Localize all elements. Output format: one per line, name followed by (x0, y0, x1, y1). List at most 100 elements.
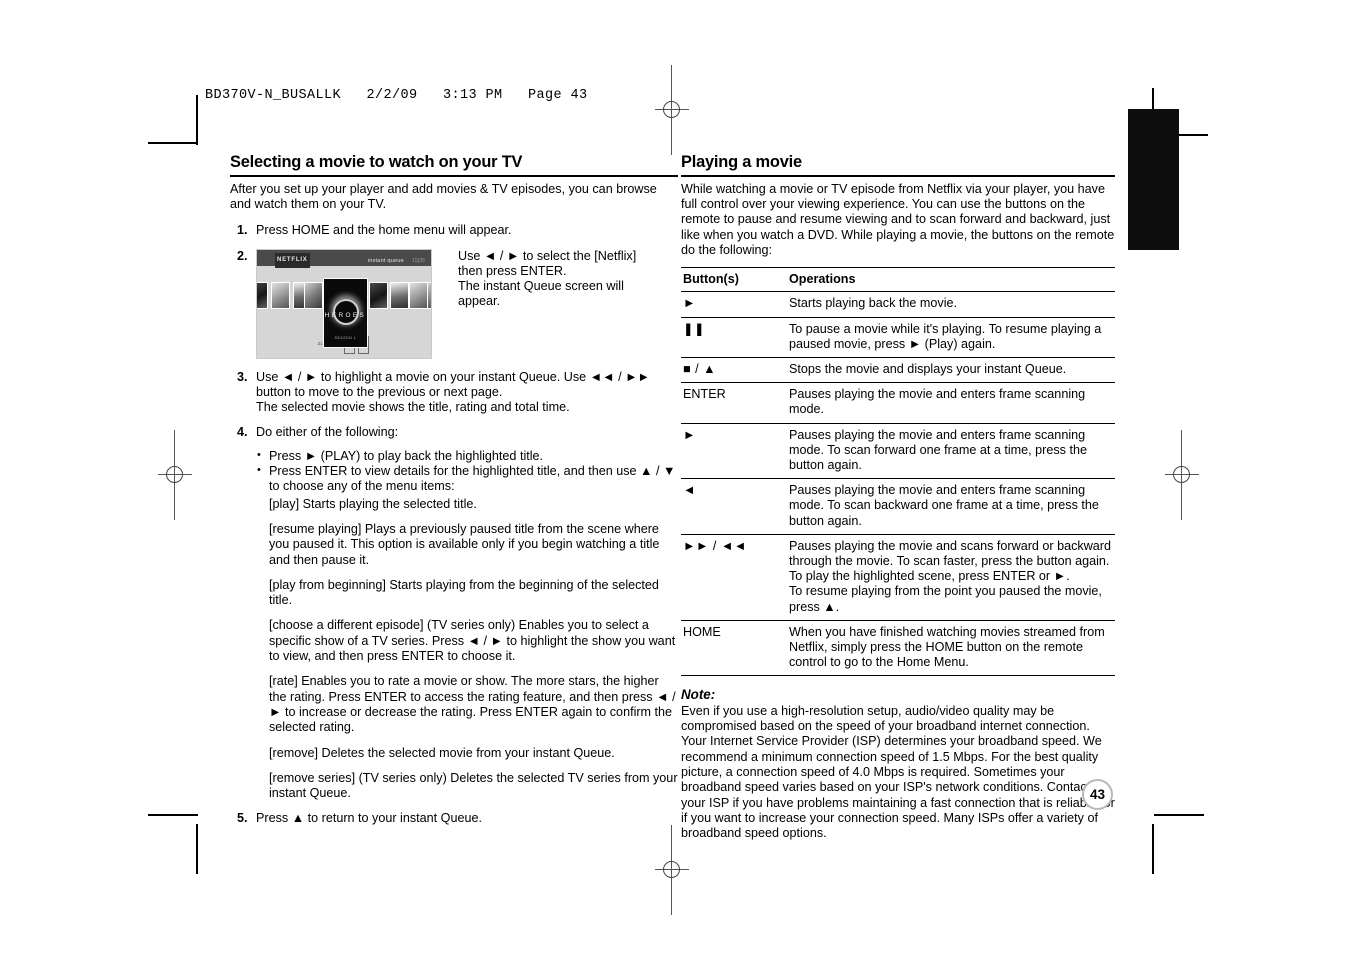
right-title-rule (681, 175, 1115, 177)
operation-right-arrow: Pauses playing the movie and enters fram… (779, 423, 1115, 480)
operation-play: Starts playing back the movie. (779, 291, 1115, 318)
step-3-line-3: The selected movie shows the title, rati… (256, 400, 570, 415)
right-intro-paragraph: While watching a movie or TV episode fro… (681, 181, 1115, 257)
button-right-arrow: ► (681, 423, 779, 480)
step-2-text: Use ◄ / ► to select the [Netflix] then p… (434, 249, 678, 359)
registration-mark-bottom (655, 825, 689, 915)
menu-item-play: [play] Starts playing the selected title… (269, 496, 477, 511)
button-scan-forward-backward: ►► / ◄◄ (681, 534, 779, 621)
step-2-line-3: The instant Queue screen will (458, 279, 624, 294)
step-3-line-2: button to move to the previous or next p… (256, 384, 503, 399)
button-play: ► (681, 291, 779, 318)
menu-item-rate: [rate] Enables you to rate a movie or sh… (269, 674, 676, 735)
step-2-figure: NETFLIX instant queue 15|35 HEROES SEASO… (256, 248, 434, 359)
crop-mark-bottom-right-vertical (1152, 824, 1154, 874)
printed-page: BD370V-N_BUSALLK 2/2/09 3:13 PM Page 43 … (0, 0, 1351, 954)
table-header-row: Button(s) Operations (681, 267, 1115, 293)
highlighted-poster-heroes: HEROES SEASON 1 (323, 277, 368, 348)
thumb-index-tab (1128, 109, 1179, 250)
registration-mark-top (655, 65, 689, 155)
step-2-number: 2. (237, 248, 248, 263)
button-enter: ENTER (681, 382, 779, 424)
step-1: 1. Press HOME and the home menu will app… (230, 223, 678, 238)
prepress-slug: BD370V-N_BUSALLK 2/2/09 3:13 PM Page 43 (205, 88, 588, 103)
crop-mark-top-left-vertical (196, 95, 198, 145)
right-column: Playing a movie While watching a movie o… (681, 153, 1115, 841)
step-5-text: Press ▲ to return to your instant Queue. (256, 811, 482, 826)
left-column: Selecting a movie to watch on your TV Af… (230, 153, 678, 837)
poster-thumbnail (271, 281, 290, 309)
operation-enter: Pauses playing the movie and enters fram… (779, 382, 1115, 424)
table-header-buttons: Button(s) (681, 267, 779, 293)
button-home: HOME (681, 620, 779, 677)
step-3-text: Use ◄ / ► to highlight a movie on your i… (256, 370, 678, 416)
poster-thumbnail (409, 281, 428, 309)
step-3-number: 3. (237, 369, 248, 384)
button-stop-up: ■ / ▲ (681, 357, 779, 384)
screenshot-queue-count: 15|35 (412, 257, 425, 264)
button-operations-table: Button(s) Operations ► Starts playing ba… (681, 267, 1115, 677)
step-1-number: 1. (237, 223, 248, 238)
button-left-arrow: ◄ (681, 478, 779, 535)
table-header-operations: Operations (779, 267, 1115, 293)
poster-carousel: HEROES SEASON 1 (257, 276, 431, 348)
crop-mark-bottom-right-horizontal (1154, 814, 1204, 816)
step-5: 5. Press ▲ to return to your instant Que… (230, 811, 678, 826)
step-4-bullet-list: Press ► (PLAY) to play back the highligh… (256, 448, 678, 495)
operation-pause: To pause a movie while it's playing. To … (779, 317, 1115, 358)
table-row: ► Starts playing back the movie. (681, 291, 1115, 318)
poster-thumbnail (427, 281, 431, 309)
registration-mark-left (158, 430, 192, 520)
right-section-title: Playing a movie (681, 153, 802, 171)
step-3-line-1: Use ◄ / ► to highlight a movie on your i… (256, 369, 650, 384)
screenshot-queue-label: instant queue (367, 257, 404, 264)
crop-mark-bottom-left-horizontal (148, 814, 198, 816)
table-row: ❚❚ To pause a movie while it's playing. … (681, 317, 1115, 358)
step-4-number: 4. (237, 425, 248, 440)
menu-item-choose-different-episode: [choose a different episode] (TV series … (269, 618, 676, 664)
step-4: 4. Do either of the following: (230, 425, 678, 440)
left-section-title: Selecting a movie to watch on your TV (230, 153, 523, 171)
poster-thumbnail (390, 281, 409, 309)
netflix-logo: NETFLIX (275, 252, 310, 268)
table-row: ■ / ▲ Stops the movie and displays your … (681, 357, 1115, 384)
step-1-text: Press HOME and the home menu will appear… (256, 223, 512, 238)
step-5-number: 5. (237, 811, 248, 826)
crop-mark-top-left-horizontal (148, 142, 198, 144)
page-number-badge: 43 (1082, 779, 1113, 810)
menu-item-remove: [remove] Deletes the selected movie from… (269, 745, 615, 760)
step-4-text: Do either of the following: (256, 425, 399, 440)
operation-home: When you have finished watching movies s… (779, 620, 1115, 677)
bullet-play: Press ► (PLAY) to play back the highligh… (256, 448, 678, 464)
left-title-rule (230, 175, 678, 177)
poster-thumbnail (369, 281, 388, 309)
registration-mark-right (1165, 430, 1199, 520)
operation-left-arrow: Pauses playing the movie and enters fram… (779, 478, 1115, 535)
button-pause: ❚❚ (681, 317, 779, 358)
poster-title: HEROES (324, 311, 367, 319)
table-row: ►► / ◄◄ Pauses playing the movie and sca… (681, 534, 1115, 621)
step-2-line-2: then press ENTER. (458, 263, 567, 278)
netflix-instant-queue-screenshot: NETFLIX instant queue 15|35 HEROES SEASO… (256, 248, 432, 359)
operation-scan-forward-backward: Pauses playing the movie and scans forwa… (779, 534, 1115, 621)
poster-thumbnail (257, 281, 268, 309)
note-label: Note: (681, 687, 716, 703)
menu-item-remove-series: [remove series] (TV series only) Deletes… (269, 770, 678, 801)
table-row: ENTER Pauses playing the movie and enter… (681, 382, 1115, 424)
menu-item-resume-playing: [resume playing] Plays a previously paus… (269, 521, 660, 567)
poster-season-label: SEASON 1 (334, 336, 357, 341)
note-body: Even if you use a high-resolution setup,… (681, 703, 1115, 841)
table-row: ◄ Pauses playing the movie and enters fr… (681, 478, 1115, 535)
left-intro-paragraph: After you set up your player and add mov… (230, 181, 657, 211)
table-row: HOME When you have finished watching mov… (681, 620, 1115, 677)
table-row: ► Pauses playing the movie and enters fr… (681, 423, 1115, 480)
crop-mark-bottom-left-vertical (196, 824, 198, 874)
poster-thumbnail (304, 281, 323, 309)
screenshot-top-bar: NETFLIX instant queue 15|35 (257, 249, 431, 268)
step-2: 2. NETFLIX instant queue 15|35 HEROES SE… (230, 248, 678, 359)
operation-stop: Stops the movie and displays your instan… (779, 357, 1115, 384)
step-3: 3. Use ◄ / ► to highlight a movie on you… (230, 370, 678, 416)
menu-item-play-from-beginning: [play from beginning] Starts playing fro… (269, 577, 659, 608)
step-4-content: Press ► (PLAY) to play back the highligh… (230, 448, 678, 802)
step-2-line-4: appear. (458, 294, 501, 309)
